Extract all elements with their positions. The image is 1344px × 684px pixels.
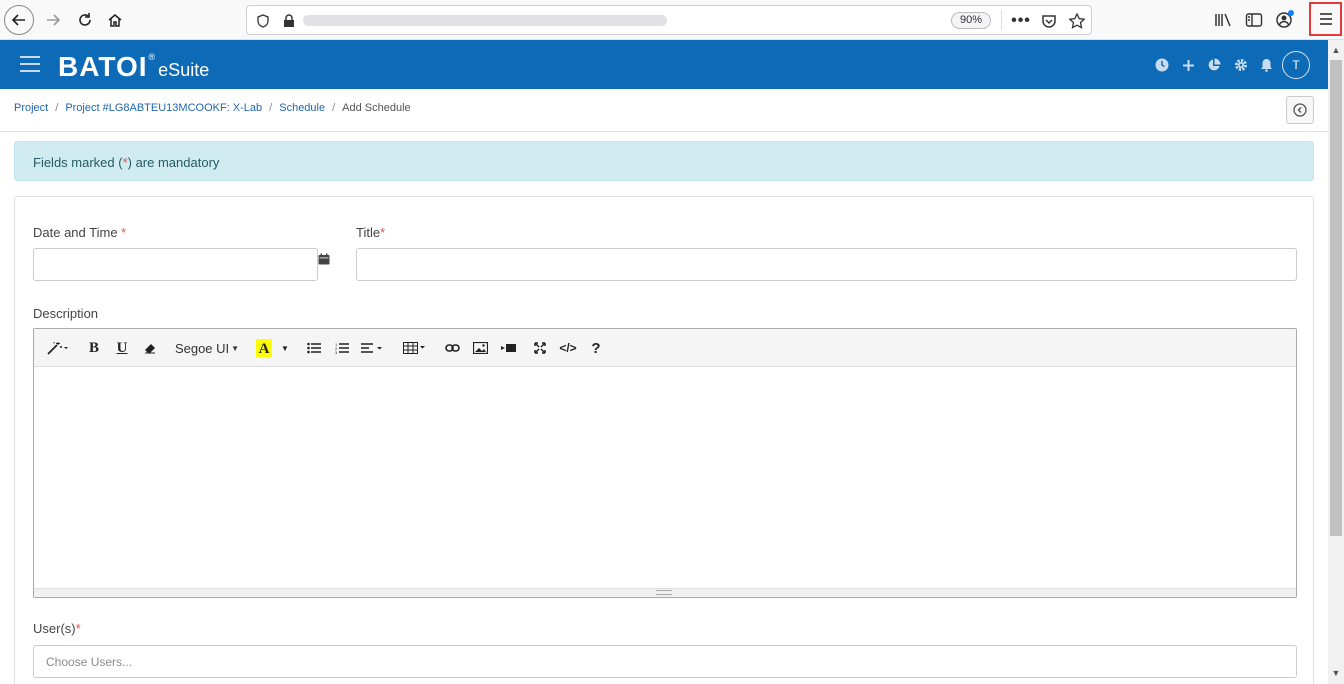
description-label: Description <box>33 306 99 321</box>
go-back-button[interactable] <box>1286 96 1314 124</box>
align-icon[interactable] <box>360 338 386 358</box>
breadcrumb-current: Add Schedule <box>342 102 411 114</box>
magic-wand-icon[interactable] <box>44 338 70 358</box>
font-family-dropdown[interactable]: Segoe UI ▼ <box>174 338 240 358</box>
users-placeholder: Choose Users... <box>46 655 133 669</box>
reload-icon <box>79 13 91 26</box>
logo-registered-mark: ® <box>148 52 156 62</box>
app-header: BATOI ® eSuite T <box>0 40 1328 89</box>
batoi-logo[interactable]: BATOI ® eSuite <box>58 48 209 82</box>
clock-icon[interactable] <box>1154 57 1170 73</box>
logo-subtitle: eSuite <box>158 60 210 80</box>
bell-icon[interactable] <box>1258 57 1274 73</box>
plus-icon[interactable] <box>1180 57 1196 73</box>
alert-text-suffix: ) are mandatory <box>127 155 220 170</box>
help-icon[interactable]: ? <box>588 338 604 358</box>
calendar-icon[interactable] <box>318 253 330 265</box>
gear-icon[interactable] <box>1233 57 1249 73</box>
user-avatar[interactable]: T <box>1282 51 1310 79</box>
date-time-label: Date and Time * <box>33 225 126 240</box>
pie-chart-icon[interactable] <box>1206 57 1222 73</box>
rich-text-editor: B U Segoe UI ▼ A ▼ 123 </> ? <box>33 328 1297 598</box>
eraser-icon[interactable] <box>142 338 158 358</box>
zoom-level[interactable]: 90% <box>951 12 991 29</box>
code-view-icon[interactable]: </> <box>558 338 578 358</box>
caret-down-icon: ▼ <box>231 343 240 353</box>
divider <box>1001 10 1002 30</box>
sidebar-icon[interactable] <box>1243 9 1265 31</box>
home-icon <box>108 14 122 27</box>
shield-icon[interactable] <box>253 11 273 31</box>
required-mark: * <box>75 621 81 636</box>
ordered-list-icon[interactable]: 123 <box>334 338 350 358</box>
date-time-input[interactable] <box>33 248 318 281</box>
breadcrumb-schedule[interactable]: Schedule <box>279 102 325 114</box>
url-bar[interactable]: 90% ••• <box>246 5 1092 35</box>
browser-toolbar: 90% ••• <box>0 0 1344 40</box>
scrollbar-thumb[interactable] <box>1330 60 1342 536</box>
scroll-down-arrow-icon[interactable]: ▼ <box>1331 668 1341 678</box>
breadcrumb-separator: / <box>55 102 59 114</box>
hamburger-menu-icon <box>1319 13 1332 25</box>
editor-toolbar: B U Segoe UI ▼ A ▼ 123 </> ? <box>34 329 1296 367</box>
video-icon[interactable] <box>500 338 516 358</box>
lock-icon[interactable] <box>279 11 299 31</box>
users-label-text: User(s) <box>33 621 76 636</box>
page-scrollbar[interactable]: ▲ ▼ <box>1328 40 1344 684</box>
date-time-label-text: Date and Time <box>33 225 122 240</box>
pocket-icon[interactable] <box>1039 11 1059 31</box>
circle-chevron-left-icon <box>1293 103 1307 117</box>
alert-text-prefix: Fields marked ( <box>33 155 123 170</box>
forward-button[interactable] <box>38 5 68 35</box>
table-icon[interactable] <box>402 338 428 358</box>
link-icon[interactable] <box>444 338 460 358</box>
breadcrumb-bar: Project / Project #LG8ABTEU13MCOOKF: X-L… <box>0 89 1328 132</box>
logo-text: BATOI <box>58 51 148 82</box>
editor-content-area[interactable] <box>34 367 1296 588</box>
schedule-form: Date and Time * Title* Description B U S… <box>14 196 1314 684</box>
editor-resize-bar[interactable] <box>34 588 1296 597</box>
breadcrumb-project-detail[interactable]: Project #LG8ABTEU13MCOOKF: X-Lab <box>65 102 262 114</box>
star-icon[interactable] <box>1067 11 1087 31</box>
sidebar-toggle-icon[interactable] <box>20 56 40 72</box>
text-color-dropdown-icon[interactable]: ▼ <box>280 338 290 358</box>
font-family-value: Segoe UI <box>174 340 230 356</box>
arrow-left-icon <box>11 14 25 26</box>
users-select[interactable]: Choose Users... <box>33 645 1297 678</box>
required-mark: * <box>380 225 386 240</box>
users-label: User(s)* <box>33 621 81 636</box>
app-menu-button[interactable] <box>1309 2 1342 36</box>
svg-text:3: 3 <box>335 350 338 354</box>
title-label: Title* <box>356 225 385 240</box>
reload-button[interactable] <box>70 5 100 35</box>
mandatory-fields-alert: Fields marked (*) are mandatory <box>14 141 1314 181</box>
fullscreen-icon[interactable] <box>532 338 548 358</box>
breadcrumb-project[interactable]: Project <box>14 102 48 114</box>
required-mark: * <box>121 225 127 240</box>
url-text-redacted <box>303 15 667 26</box>
text-color-icon[interactable]: A <box>256 338 272 358</box>
title-input[interactable] <box>356 248 1297 281</box>
home-button[interactable] <box>100 5 130 35</box>
bold-icon[interactable]: B <box>86 338 102 358</box>
arrow-right-icon <box>47 14 61 26</box>
image-icon[interactable] <box>472 338 488 358</box>
breadcrumb-separator: / <box>332 102 336 114</box>
unordered-list-icon[interactable] <box>306 338 322 358</box>
scroll-up-arrow-icon[interactable]: ▲ <box>1331 45 1341 55</box>
account-icon[interactable] <box>1274 9 1296 31</box>
title-label-text: Title <box>356 225 381 240</box>
more-actions-icon[interactable]: ••• <box>1011 11 1031 31</box>
underline-icon[interactable]: U <box>114 338 130 358</box>
breadcrumb: Project / Project #LG8ABTEU13MCOOKF: X-L… <box>14 102 411 114</box>
svg-text:A: A <box>259 341 270 357</box>
library-icon[interactable] <box>1212 9 1234 31</box>
breadcrumb-separator: / <box>269 102 273 114</box>
resize-grip-icon[interactable] <box>656 590 672 595</box>
back-button[interactable] <box>4 5 34 35</box>
